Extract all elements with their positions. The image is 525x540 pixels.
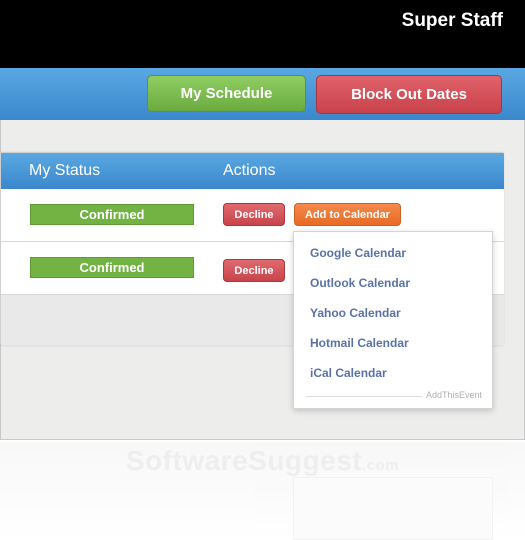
watermark: SoftwareSuggest.com — [0, 445, 525, 477]
add-to-calendar-button[interactable]: Add to Calendar — [294, 203, 401, 226]
watermark-suffix: .com — [362, 457, 400, 474]
decline-button[interactable]: Decline — [223, 203, 285, 226]
decline-button[interactable]: Decline — [223, 259, 285, 282]
my-schedule-button[interactable]: My Schedule — [147, 75, 306, 112]
addthisevent-brand: AddThisEvent — [425, 390, 482, 400]
menu-item-yahoo-calendar[interactable]: Yahoo Calendar — [310, 306, 401, 320]
reflection-menu — [293, 477, 493, 540]
column-header-my-status: My Status — [29, 162, 101, 179]
menu-item-ical-calendar[interactable]: iCal Calendar — [310, 366, 387, 380]
menu-item-hotmail-calendar[interactable]: Hotmail Calendar — [310, 336, 409, 350]
status-badge: Confirmed — [30, 204, 194, 225]
status-badge: Confirmed — [30, 257, 194, 278]
block-out-dates-button[interactable]: Block Out Dates — [316, 75, 502, 114]
menu-divider — [306, 396, 422, 397]
calendar-dropdown-menu: Google Calendar Outlook Calendar Yahoo C… — [293, 231, 493, 409]
app-header: Super Staff — [0, 0, 525, 68]
watermark-name: SoftwareSuggest — [125, 445, 363, 476]
app-title: Super Staff — [401, 10, 503, 31]
menu-item-outlook-calendar[interactable]: Outlook Calendar — [310, 276, 410, 290]
menu-item-google-calendar[interactable]: Google Calendar — [310, 246, 406, 260]
column-header-actions: Actions — [223, 162, 276, 179]
table-header: My Status Actions — [1, 153, 504, 189]
